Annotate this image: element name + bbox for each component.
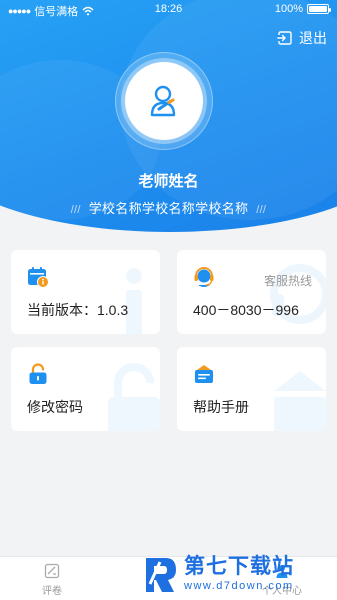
headset-icon	[194, 267, 214, 287]
logout-icon	[277, 31, 292, 45]
hotline-card[interactable]: 客服热线 400－8030－996	[177, 250, 326, 334]
tab-user-center-label: 个人中心	[262, 586, 302, 597]
bottom-tab-bar: 评卷 个人中心	[0, 556, 337, 600]
battery-percent: 100%	[274, 3, 303, 15]
teacher-name: 老师姓名	[138, 173, 199, 190]
logout-button[interactable]: 退出	[277, 28, 327, 48]
watermark-lock-icon	[108, 363, 160, 431]
decoration-right: ///	[256, 204, 267, 216]
change-password-label: 修改密码	[27, 399, 83, 415]
tab-user-center[interactable]: 个人中心	[262, 563, 302, 597]
user-center-icon	[276, 565, 288, 578]
tab-middle[interactable]	[160, 563, 176, 582]
decoration-left: ///	[70, 204, 81, 216]
manual-icon	[195, 365, 213, 383]
tab-grading-label: 评卷	[42, 586, 62, 597]
school-name: /// 学校名称学校名称学校名称 ///	[0, 198, 337, 217]
change-password-card[interactable]: 修改密码	[11, 347, 160, 431]
help-manual-card[interactable]: 帮助手册	[177, 347, 326, 431]
hotline-title: 客服热线	[263, 274, 312, 288]
battery-level	[309, 6, 327, 12]
hotline-number[interactable]: 400－8030－996	[193, 300, 299, 320]
teacher-avatar-icon	[150, 85, 176, 117]
avatar[interactable]	[115, 52, 213, 150]
calendar-info-icon	[28, 267, 49, 288]
battery-icon	[307, 4, 331, 14]
person-icon	[161, 564, 175, 579]
status-bar: ●●●●● 信号满格 18:26 100%	[0, 0, 337, 18]
watermark-manual-icon	[274, 371, 326, 431]
tab-grading[interactable]: 评卷	[42, 563, 62, 597]
help-manual-label: 帮助手册	[193, 399, 249, 415]
lock-icon	[29, 363, 47, 384]
grading-icon	[44, 563, 60, 579]
school-name-text: 学校名称学校名称学校名称	[88, 201, 249, 216]
watermark-info-icon	[126, 268, 142, 334]
logout-label: 退出	[299, 30, 327, 46]
version-label: 当前版本：1.0.3	[27, 302, 129, 318]
version-card[interactable]: 当前版本：1.0.3	[11, 250, 160, 334]
